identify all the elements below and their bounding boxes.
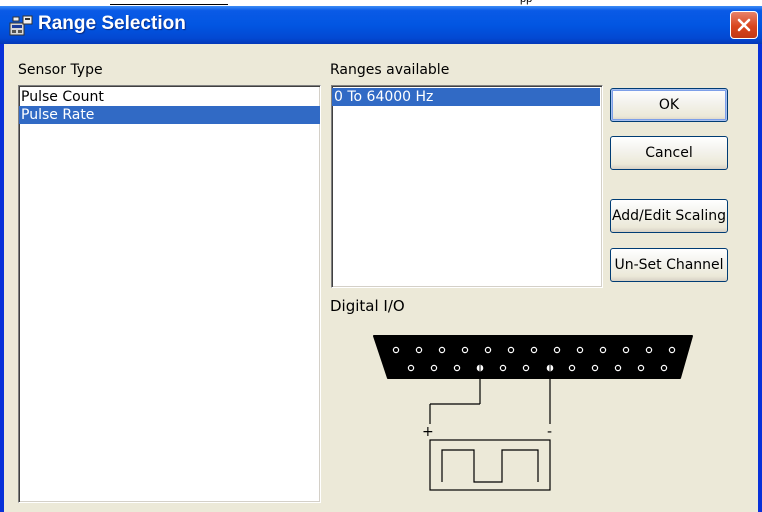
close-icon xyxy=(737,18,751,32)
ranges-listbox[interactable]: 0 To 64000 Hz xyxy=(331,85,603,288)
title-bar[interactable]: Range Selection xyxy=(0,6,762,44)
add-edit-scaling-button[interactable]: Add/Edit Scaling xyxy=(610,199,728,233)
sensor-type-listbox[interactable]: Pulse Count Pulse Rate xyxy=(18,85,321,503)
db25-connector-diagram: + - xyxy=(373,335,693,491)
ok-button[interactable]: OK xyxy=(610,88,728,122)
app-icon xyxy=(9,15,33,36)
digital-io-label: Digital I/O xyxy=(330,297,405,315)
underline-remnant xyxy=(110,4,228,5)
minus-label: - xyxy=(547,424,552,440)
range-item[interactable]: 0 To 64000 Hz xyxy=(332,88,600,106)
sensor-type-item-pulse-count[interactable]: Pulse Count xyxy=(19,88,320,106)
plus-label: + xyxy=(422,424,434,440)
unset-channel-button[interactable]: Un-Set Channel xyxy=(610,248,728,282)
close-button[interactable] xyxy=(730,11,758,39)
sensor-type-label: Sensor Type xyxy=(18,62,103,78)
top-strip-text: pp xyxy=(520,0,532,5)
sensor-type-item-pulse-rate[interactable]: Pulse Rate xyxy=(19,106,320,124)
window-title: Range Selection xyxy=(38,13,186,34)
range-selection-window: Range Selection Sensor Type Pulse Count … xyxy=(0,6,762,512)
cancel-button[interactable]: Cancel xyxy=(610,136,728,170)
square-wave-icon xyxy=(441,449,539,483)
db25-connector-icon xyxy=(373,335,693,379)
dialog-client-area: Sensor Type Pulse Count Pulse Rate Range… xyxy=(4,44,758,512)
ranges-available-label: Ranges available xyxy=(330,62,450,78)
